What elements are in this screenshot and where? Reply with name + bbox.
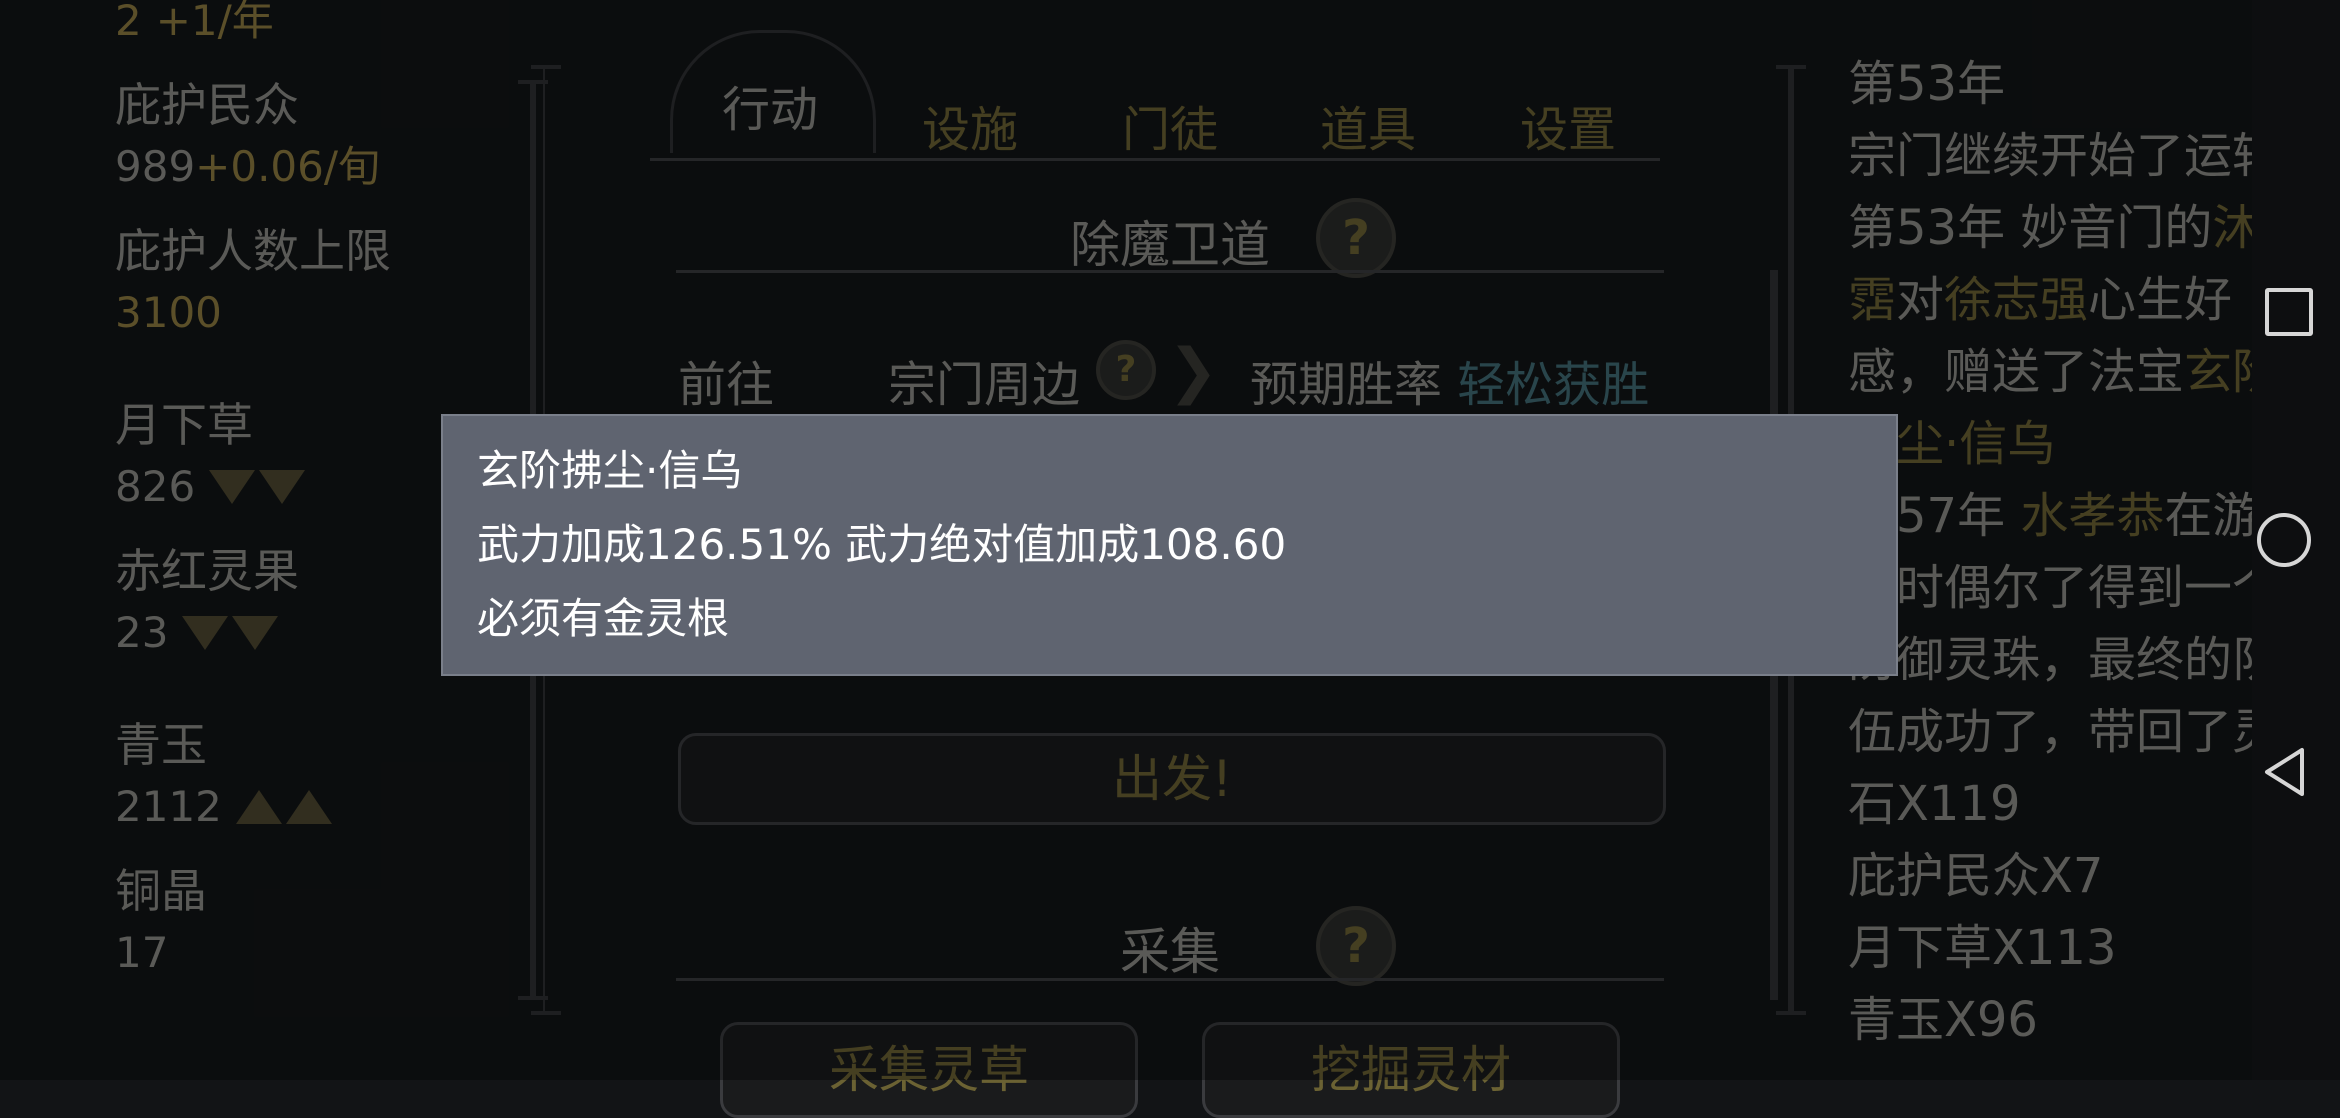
resource-moon-grass: 月下草 826 (115, 394, 445, 518)
log-entry: 庇护民众X7 (1848, 848, 2104, 904)
resource-value: 23 (115, 608, 169, 657)
resource-value: 989 (115, 142, 196, 191)
section-divider (676, 270, 1664, 273)
log-text: 对 (1896, 272, 1945, 328)
section-title-demon: 除魔卫道 (1070, 216, 1270, 274)
recent-apps-icon[interactable] (2265, 288, 2313, 336)
resource-panel: 2 +1/年 庇护民众 989 +0.06/旬 庇护人数上限 3100 月下草 82… (115, 0, 445, 984)
tab-settings[interactable]: 设置 (1488, 90, 1648, 160)
resource-name: 赤红灵果 (115, 544, 299, 598)
resource-red-fruit: 赤红灵果 23 (115, 540, 445, 664)
section-title-gather: 采集 (1120, 923, 1220, 981)
tab-underline (650, 158, 1660, 161)
resource-protected-people: 庇护民众 989 +0.06/旬 (115, 74, 445, 198)
resource-value: 2 (115, 0, 142, 45)
help-icon[interactable]: ? (1316, 198, 1396, 278)
resource-name: 月下草 (115, 398, 253, 452)
resource-top-value: 2 +1/年 (115, 0, 445, 52)
win-rate: 预期胜率 轻松获胜 (1250, 345, 1649, 415)
section-divider (676, 978, 1664, 981)
resource-delta: +1/年 (155, 0, 274, 45)
resource-name: 庇护人数上限 (115, 224, 391, 278)
resource-value: 3100 (115, 288, 222, 337)
log-entry: 青玉X96 (1848, 992, 2038, 1048)
tooltip-stats: 武力加成126.51% 武力绝对值加成108.60 (477, 520, 1287, 569)
destination-select[interactable]: 宗门周边 (888, 345, 1080, 415)
resource-copper-crystal: 铜晶 17 (115, 860, 445, 984)
log-entry: 第53年 妙音门的沐霑对徐志强心生好感，赠送了法宝玄阶拂尘·信乌 (1848, 192, 2288, 480)
arrow-icon: ❯ (1168, 336, 1219, 406)
log-name: 水孝恭 (2020, 488, 2165, 544)
resource-protected-limit: 庇护人数上限 3100 (115, 220, 445, 344)
tooltip-title: 玄阶拂尘·信乌 (477, 446, 743, 495)
depart-button[interactable]: 出发! (678, 733, 1666, 825)
resource-value: 17 (115, 928, 169, 977)
tooltip-requirement: 必须有金灵根 (477, 594, 730, 643)
resource-name: 铜晶 (115, 864, 207, 918)
tab-items[interactable]: 道具 (1288, 90, 1448, 160)
help-icon[interactable]: ? (1316, 906, 1396, 986)
log-entry: 月下草X113 (1848, 920, 2117, 976)
tab-facilities[interactable]: 设施 (890, 90, 1050, 160)
item-tooltip: 玄阶拂尘·信乌 武力加成126.51% 武力绝对值加成108.60 必须有金灵根 (441, 414, 1898, 676)
resource-delta: +0.06/旬 (195, 142, 381, 191)
tab-disciples[interactable]: 门徒 (1090, 90, 1250, 160)
resource-name: 青玉 (115, 718, 207, 772)
mine-material-button[interactable]: 挖掘灵材 (1202, 1022, 1620, 1118)
resource-value: 826 (115, 462, 196, 511)
log-entry: 宗门继续开始了运转 (1848, 128, 2281, 184)
home-icon[interactable] (2257, 513, 2311, 567)
trend-up-icon (235, 790, 332, 824)
log-name: 徐志强 (1944, 272, 2089, 328)
resource-name: 庇护民众 (115, 78, 299, 132)
gather-herb-button[interactable]: 采集灵草 (720, 1022, 1138, 1118)
help-icon[interactable]: ? (1096, 340, 1156, 400)
win-rate-value: 轻松获胜 (1457, 357, 1650, 413)
back-icon[interactable] (2262, 746, 2308, 798)
tab-action[interactable]: 行动 (690, 70, 850, 140)
trend-down-icon (182, 616, 279, 650)
event-log: 第53年 宗门继续开始了运转 第53年 妙音门的沐霑对徐志强心生好感，赠送了法宝… (1848, 48, 2288, 1056)
goto-label: 前往 (678, 357, 775, 413)
resource-value: 2112 (115, 782, 222, 831)
log-text: 第53年 妙音门的 (1848, 200, 2213, 256)
log-entry: 第57年 水孝恭在游历时偶尔了得到一个防御灵珠，最终的队伍成功了，带回了灵石X1… (1848, 480, 2288, 840)
log-entry: 第53年 (1848, 56, 2006, 112)
resource-jade: 青玉 2112 (115, 714, 445, 838)
trend-down-icon (209, 470, 306, 504)
win-rate-label: 预期胜率 (1250, 357, 1443, 413)
